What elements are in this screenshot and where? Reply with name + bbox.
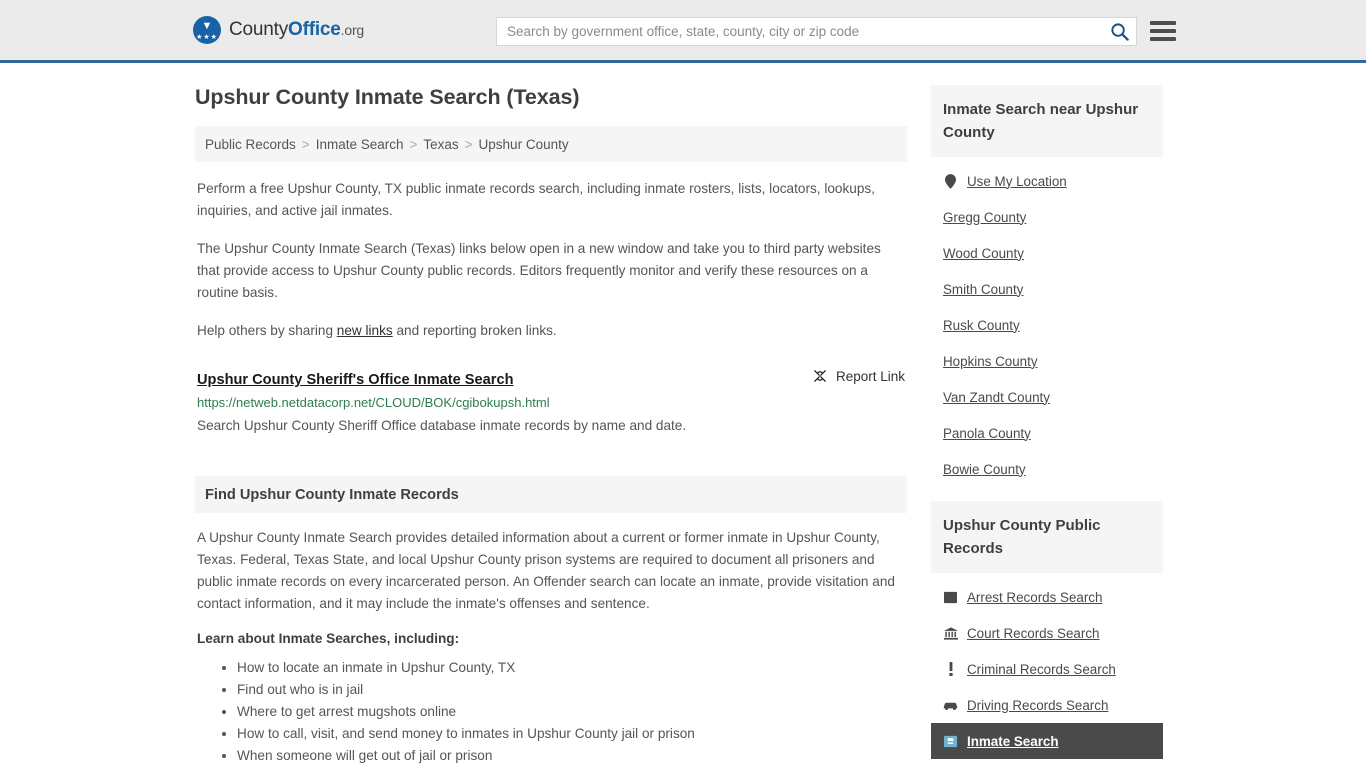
sidebar-item-smith-county[interactable]: Smith County (931, 271, 1163, 307)
sidebar-item-label[interactable]: Criminal Records Search (967, 662, 1116, 677)
county-office-badge-icon: ▼ ★★★ (193, 16, 221, 44)
help-paragraph: Help others by sharing new links and rep… (195, 320, 907, 342)
sidebar-item-label[interactable]: Hopkins County (943, 354, 1038, 369)
hamburger-menu-button[interactable] (1150, 19, 1176, 43)
intro-paragraph-1: Perform a free Upshur County, TX public … (197, 181, 875, 218)
nearby-inmate-search-panel: Inmate Search near Upshur County Use My … (931, 85, 1163, 487)
nearby-panel-heading: Inmate Search near Upshur County (931, 85, 1163, 157)
breadcrumb-item-upshur-county[interactable]: Upshur County (479, 137, 569, 152)
sidebar-item-court-records-search[interactable]: Court Records Search (931, 615, 1163, 651)
broken-link-icon (814, 370, 826, 382)
sidebar-item-label[interactable]: Use My Location (967, 174, 1067, 189)
search-bar (496, 17, 1137, 46)
hamburger-bar (1150, 37, 1176, 41)
sidebar-item-label[interactable]: Bowie County (943, 462, 1026, 477)
site-logo[interactable]: ▼ ★★★ CountyOffice.org (193, 16, 364, 44)
result-url: https://netweb.netdatacorp.net/CLOUD/BOK… (197, 395, 550, 410)
public-records-heading: Upshur County Public Records (931, 501, 1163, 573)
logo-text-office: Office (288, 19, 341, 40)
search-button[interactable] (1102, 18, 1136, 45)
sidebar-item-label[interactable]: Van Zandt County (943, 390, 1050, 405)
sidebar-item-bowie-county[interactable]: Bowie County (931, 451, 1163, 487)
sidebar-item-driving-records-search[interactable]: Driving Records Search (931, 687, 1163, 723)
courthouse-icon (943, 626, 958, 641)
sidebar-item-wood-county[interactable]: Wood County (931, 235, 1163, 271)
find-records-panel: Find Upshur County Inmate Records A Upsh… (195, 476, 907, 766)
inmate-badge-icon (943, 734, 958, 749)
sidebar-item-label[interactable]: Gregg County (943, 210, 1026, 225)
sidebar-item-label[interactable]: Court Records Search (967, 626, 1099, 641)
sidebar-item-label[interactable]: Panola County (943, 426, 1031, 441)
sidebar-item-panola-county[interactable]: Panola County (931, 415, 1163, 451)
list-item: Where to get arrest mugshots online (237, 702, 905, 722)
sidebar-item-inmate-search[interactable]: Inmate Search (931, 723, 1163, 759)
sidebar-item-label[interactable]: Wood County (943, 246, 1024, 261)
public-records-list: Arrest Records Search Court Records Sear… (931, 573, 1163, 759)
sidebar-item-gregg-county[interactable]: Gregg County (931, 199, 1163, 235)
sidebar-item-use-my-location[interactable]: Use My Location (931, 163, 1163, 199)
hamburger-bar (1150, 21, 1176, 25)
eagle-glyph: ▼ (201, 20, 213, 32)
search-result-item: Upshur County Sheriff's Office Inmate Se… (195, 368, 907, 436)
site-header: ▼ ★★★ CountyOffice.org (0, 0, 1366, 63)
logo-text-org: .org (340, 22, 365, 38)
logo-text: CountyOffice.org (229, 19, 364, 41)
sidebar-item-criminal-records-search[interactable]: Criminal Records Search (931, 651, 1163, 687)
sidebar-item-label[interactable]: Rusk County (943, 318, 1020, 333)
learn-about-list: How to locate an inmate in Upshur County… (197, 658, 905, 766)
stars-glyph: ★★★ (196, 34, 218, 41)
result-title-link[interactable]: Upshur County Sheriff's Office Inmate Se… (197, 372, 514, 388)
report-link-button[interactable]: Report Link (812, 368, 905, 384)
report-link-label: Report Link (835, 368, 905, 384)
help-text-before: Help others by sharing (197, 323, 337, 338)
sidebar-item-label[interactable]: Inmate Search (967, 734, 1059, 749)
find-records-paragraph: A Upshur County Inmate Search provides d… (197, 530, 895, 611)
logo-text-county: County (229, 19, 289, 40)
hamburger-bar (1150, 29, 1176, 33)
result-header-row: Upshur County Sheriff's Office Inmate Se… (197, 368, 905, 389)
breadcrumb-separator: > (409, 136, 418, 152)
breadcrumb-item-public-records[interactable]: Public Records (205, 137, 296, 152)
sidebar-item-van-zandt-county[interactable]: Van Zandt County (931, 379, 1163, 415)
fingerprint-card-icon (943, 590, 958, 605)
intro-paragraph-2: The Upshur County Inmate Search (Texas) … (197, 241, 881, 300)
sidebar-item-hopkins-county[interactable]: Hopkins County (931, 343, 1163, 379)
new-links-link[interactable]: new links (337, 323, 393, 338)
page-body: Upshur County Inmate Search (Texas) Publ… (0, 63, 1366, 768)
page-title: Upshur County Inmate Search (Texas) (195, 85, 580, 109)
list-item: When someone will get out of jail or pri… (237, 746, 905, 766)
find-records-heading: Find Upshur County Inmate Records (195, 476, 907, 513)
nearby-county-list: Use My Location Gregg County Wood County… (931, 157, 1163, 487)
list-item: How to call, visit, and send money to in… (237, 724, 905, 744)
result-description: Search Upshur County Sheriff Office data… (197, 418, 687, 433)
list-item: How to locate an inmate in Upshur County… (237, 658, 905, 678)
main-column: Upshur County Inmate Search (Texas) Publ… (195, 85, 907, 768)
sidebar-item-label[interactable]: Driving Records Search (967, 698, 1108, 713)
car-icon (943, 698, 958, 713)
find-records-body: A Upshur County Inmate Search provides d… (195, 513, 907, 766)
public-records-panel: Upshur County Public Records Arrest Reco… (931, 501, 1163, 759)
list-item: Find out who is in jail (237, 680, 905, 700)
breadcrumb-separator: > (464, 136, 473, 152)
learn-about-heading: Learn about Inmate Searches, including: (197, 631, 460, 646)
help-text-after: and reporting broken links. (392, 323, 557, 338)
sidebar: Inmate Search near Upshur County Use My … (931, 85, 1163, 768)
sidebar-item-label[interactable]: Smith County (943, 282, 1023, 297)
breadcrumb-separator: > (301, 136, 310, 152)
map-pin-icon (943, 173, 958, 189)
search-input[interactable] (497, 18, 1102, 45)
breadcrumb-item-inmate-search[interactable]: Inmate Search (316, 137, 404, 152)
sidebar-item-label[interactable]: Arrest Records Search (967, 590, 1102, 605)
exclamation-icon (943, 662, 958, 677)
breadcrumb-item-texas[interactable]: Texas (423, 137, 458, 152)
search-icon (1110, 23, 1129, 41)
breadcrumb: Public Records > Inmate Search > Texas >… (195, 126, 907, 162)
sidebar-item-arrest-records-search[interactable]: Arrest Records Search (931, 579, 1163, 615)
content-container: Upshur County Inmate Search (Texas) Publ… (195, 63, 1171, 768)
sidebar-item-rusk-county[interactable]: Rusk County (931, 307, 1163, 343)
